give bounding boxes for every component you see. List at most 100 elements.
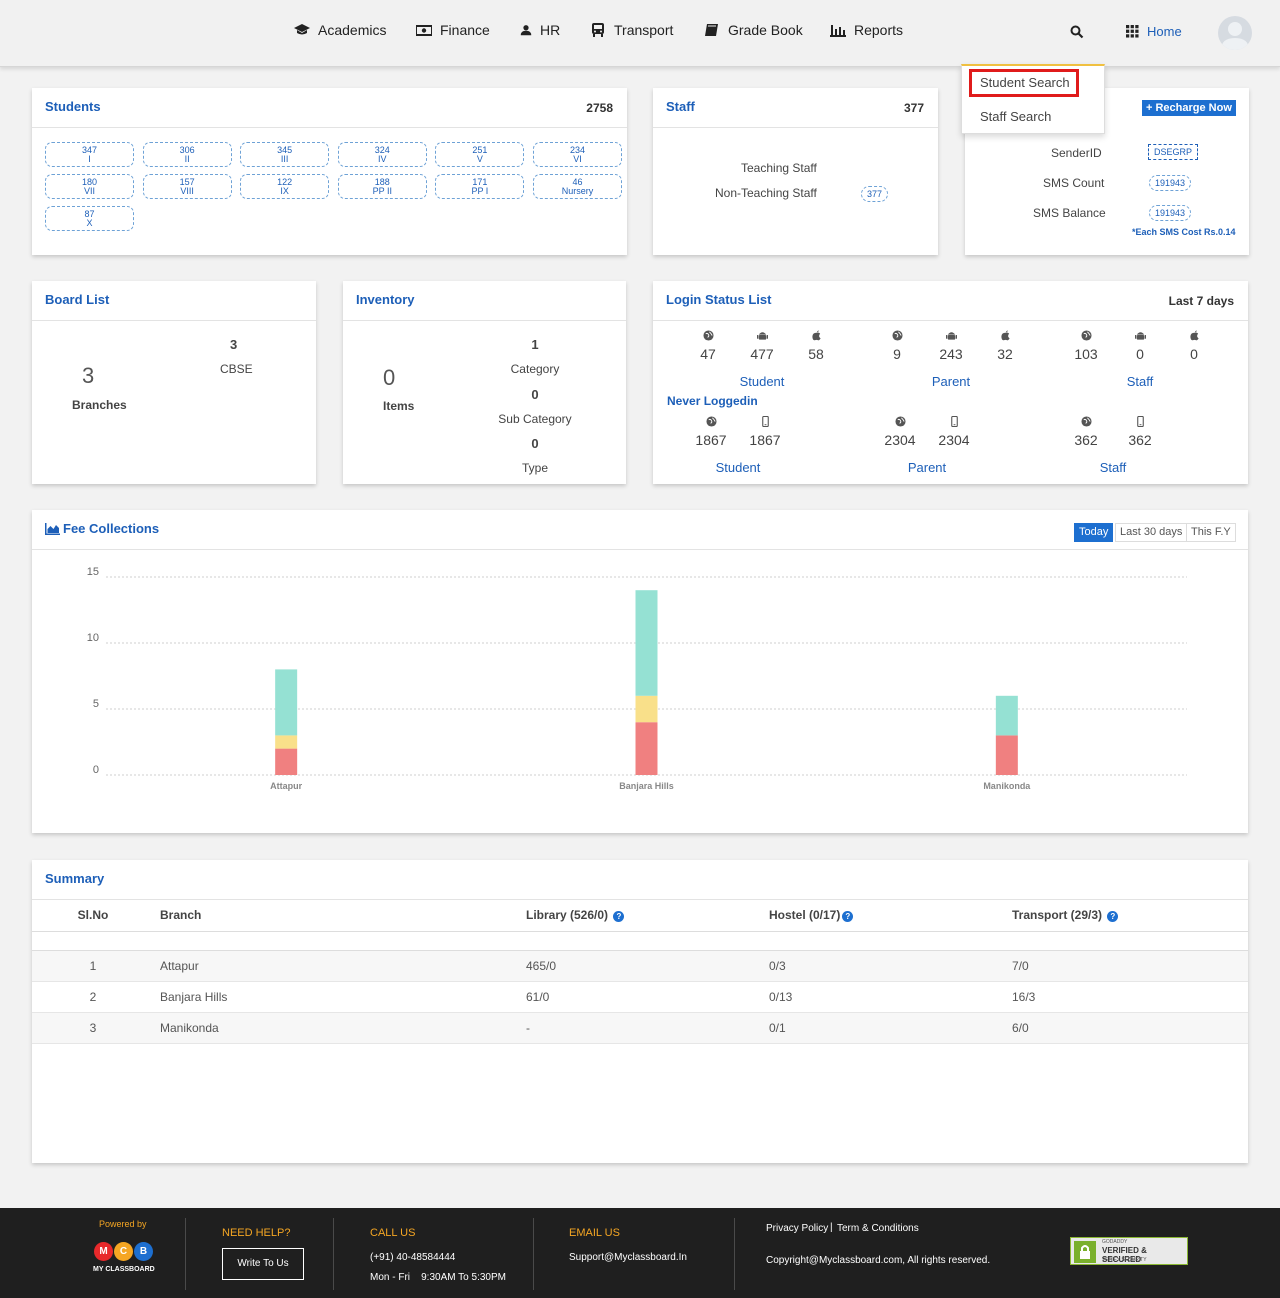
tab-last-30-days[interactable]: Last 30 days xyxy=(1115,523,1188,542)
class-pill[interactable]: 324 IV xyxy=(337,142,427,167)
bar-segment[interactable] xyxy=(275,748,298,775)
class-pill[interactable]: 188 PP II xyxy=(337,174,427,199)
students-count: 2758 xyxy=(586,101,613,115)
divider xyxy=(653,320,1248,321)
subcategory-count: 0 xyxy=(531,387,539,402)
write-to-us-button[interactable]: Write To Us xyxy=(222,1248,304,1280)
class-pill[interactable]: 46 Nursery xyxy=(533,174,622,199)
sms-balance-label: SMS Balance xyxy=(1033,206,1106,220)
grid-menu-icon xyxy=(1126,25,1139,38)
nav-transport-label: Transport xyxy=(614,22,674,38)
globe-icon xyxy=(895,416,906,427)
y-tick-label: 10 xyxy=(87,632,99,644)
summary-title: Summary xyxy=(45,871,105,886)
never-login-count-mobile: 2304 xyxy=(938,432,970,448)
class-name: V xyxy=(476,154,483,164)
terms-link[interactable]: Term & Conditions xyxy=(837,1223,919,1234)
table-row: 1 Attapur 465/0 0/3 7/0 xyxy=(32,950,1248,981)
class-pill[interactable]: 345 III xyxy=(240,142,330,167)
nav-reports[interactable]: Reports xyxy=(830,22,903,38)
x-category-label: Manikonda xyxy=(983,781,1031,791)
login-count-ios: 32 xyxy=(997,346,1013,362)
privacy-policy-link[interactable]: Privacy Policy xyxy=(766,1223,828,1234)
help-icon[interactable]: ? xyxy=(613,910,625,922)
class-name: III xyxy=(280,154,289,164)
nav-grade-book[interactable]: Grade Book xyxy=(704,22,803,38)
divider xyxy=(653,127,938,128)
logo-letter-c: C xyxy=(114,1242,133,1261)
bar-segment[interactable] xyxy=(995,735,1018,775)
table-cell: - xyxy=(526,1020,530,1035)
class-pill[interactable]: 122 IX xyxy=(240,174,330,199)
items-count: 0 xyxy=(383,365,396,390)
tab-this-fy[interactable]: This F.Y xyxy=(1186,523,1236,542)
bar-segment[interactable] xyxy=(995,695,1018,736)
link-separator: | xyxy=(830,1222,833,1233)
class-pill[interactable]: 157 VIII xyxy=(142,174,232,199)
bar-segment[interactable] xyxy=(635,722,658,775)
bar-segment[interactable] xyxy=(275,735,298,749)
col-hostel: Hostel (0/17)? xyxy=(763,900,1006,931)
nav-finance-label: Finance xyxy=(440,22,490,38)
cbse-label: CBSE xyxy=(220,362,253,376)
board-list-title: Board List xyxy=(45,292,110,307)
col-library: Library (526/0) ? xyxy=(520,900,763,931)
class-pill[interactable]: 234 VI xyxy=(533,142,622,167)
godaddy-verified-seal[interactable]: GODADDY VERIFIED & SECURED VERIFY SECURI… xyxy=(1070,1237,1188,1265)
android-icon xyxy=(946,332,957,340)
table-row: 3 Manikonda - 0/1 6/0 xyxy=(32,1012,1248,1043)
brand-name: MY CLASSBOARD xyxy=(93,1266,155,1273)
class-pill[interactable]: 87 X xyxy=(45,206,134,231)
recharge-now-button[interactable]: + Recharge Now xyxy=(1142,100,1236,116)
table-cell: Banjara Hills xyxy=(160,989,228,1004)
nav-hr[interactable]: HR xyxy=(520,22,560,38)
search-icon[interactable] xyxy=(1070,25,1084,39)
branches-label: Branches xyxy=(72,398,127,412)
class-pill[interactable]: 171 PP I xyxy=(435,174,525,199)
nav-transport[interactable]: Transport xyxy=(590,22,673,38)
android-icon xyxy=(1135,332,1146,340)
class-name: Nursery xyxy=(561,186,594,196)
col-hostel-label: Hostel (0/17) xyxy=(769,908,841,923)
staff-count: 377 xyxy=(903,101,924,115)
class-pill[interactable]: 251 V xyxy=(435,142,525,167)
bar-segment[interactable] xyxy=(635,695,658,723)
avatar[interactable] xyxy=(1218,16,1252,50)
never-login-count-mobile: 1867 xyxy=(749,432,781,448)
logo-letter-m: M xyxy=(94,1242,113,1261)
tab-today[interactable]: Today xyxy=(1074,523,1114,542)
table-cell: 465/0 xyxy=(526,958,557,973)
category-count: 1 xyxy=(531,337,539,352)
sms-count-badge: 191943 xyxy=(1149,175,1192,191)
bar-segment[interactable] xyxy=(635,590,658,696)
class-pill[interactable]: 180 VII xyxy=(45,174,134,199)
bar-segment[interactable] xyxy=(275,669,298,736)
login-group-label: Parent xyxy=(931,374,971,389)
login-group-label: Staff xyxy=(1126,374,1154,389)
never-login-group-label: Parent xyxy=(907,460,947,475)
inventory-card: Inventory 0 Items 1 Category 0 Sub Categ… xyxy=(343,281,626,484)
col-transport-label: Transport (29/3) xyxy=(1012,908,1103,923)
class-pill[interactable]: 347 I xyxy=(45,142,134,167)
nav-academics[interactable]: Academics xyxy=(294,22,386,38)
help-icon[interactable]: ? xyxy=(842,910,854,922)
apple-icon xyxy=(1190,330,1199,341)
help-icon[interactable]: ? xyxy=(1107,910,1119,922)
login-period: Last 7 days xyxy=(1168,294,1234,308)
class-pill[interactable]: 306 II xyxy=(142,142,232,167)
logo-letter-b: B xyxy=(134,1242,153,1261)
nav-grade-book-label: Grade Book xyxy=(728,22,803,38)
user-icon xyxy=(520,25,532,36)
non-teaching-count-badge[interactable]: 377 xyxy=(861,186,889,202)
staff-search-option[interactable]: Staff Search xyxy=(980,109,1051,124)
table-cell: 16/3 xyxy=(1012,989,1036,1004)
student-search-option[interactable]: Student Search xyxy=(980,75,1070,90)
home-link[interactable]: Home xyxy=(1126,24,1182,39)
copyright-text: Copyright@Myclassboard.com, All rights r… xyxy=(766,1255,991,1266)
nav-finance[interactable]: Finance xyxy=(416,22,490,38)
sms-count-label: SMS Count xyxy=(1043,176,1105,190)
never-login-group-label: Student xyxy=(715,460,761,475)
summary-spacer-row xyxy=(32,931,1248,950)
students-card: Students 2758 347 I 306 II 345 III 324 IV 251 V 23… xyxy=(32,88,627,255)
support-email[interactable]: Support@Myclassboard.In xyxy=(569,1252,687,1263)
